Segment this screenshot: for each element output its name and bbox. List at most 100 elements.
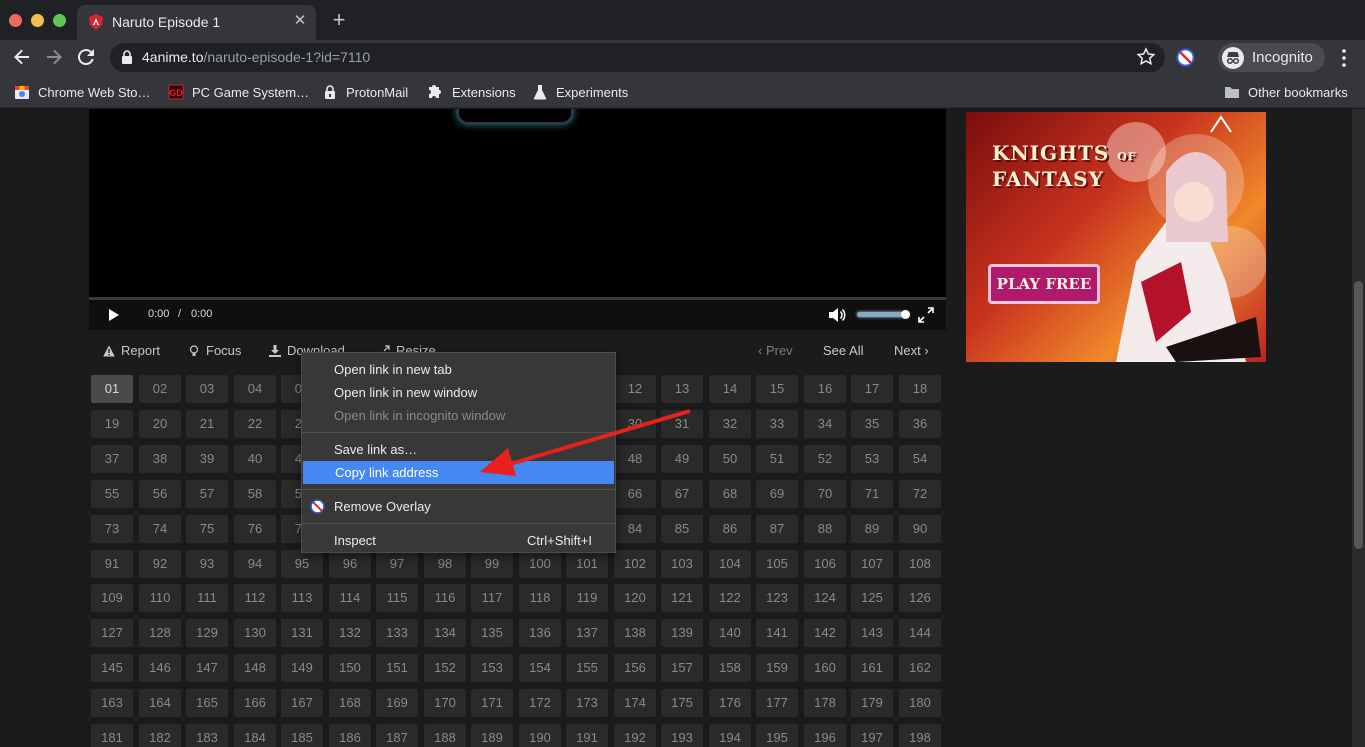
episode-button[interactable]: 139 xyxy=(661,619,703,647)
episode-button[interactable]: 143 xyxy=(851,619,893,647)
episode-button[interactable]: 02 xyxy=(139,375,181,403)
episode-button[interactable]: 57 xyxy=(186,480,228,508)
episode-button[interactable]: 19 xyxy=(91,410,133,438)
ad-play-free-button[interactable]: PLAY FREE xyxy=(988,264,1100,304)
episode-button[interactable]: 137 xyxy=(566,619,608,647)
next-episode-button[interactable]: Next › xyxy=(894,343,929,358)
episode-button[interactable]: 153 xyxy=(471,654,513,682)
episode-button[interactable]: 150 xyxy=(329,654,371,682)
episode-button[interactable]: 94 xyxy=(234,550,276,578)
episode-button[interactable]: 176 xyxy=(709,689,751,717)
browser-menu-icon[interactable] xyxy=(1336,47,1352,69)
episode-button[interactable]: 148 xyxy=(234,654,276,682)
episode-button[interactable]: 162 xyxy=(899,654,941,682)
episode-button[interactable]: 121 xyxy=(661,584,703,612)
video-center-button[interactable] xyxy=(456,109,574,125)
episode-button[interactable]: 157 xyxy=(661,654,703,682)
episode-button[interactable]: 197 xyxy=(851,724,893,747)
episode-button[interactable]: 141 xyxy=(756,619,798,647)
episode-button[interactable]: 154 xyxy=(519,654,561,682)
report-button[interactable]: Report xyxy=(103,343,160,358)
episode-button[interactable]: 163 xyxy=(91,689,133,717)
episode-button[interactable]: 88 xyxy=(804,515,846,543)
episode-button[interactable]: 181 xyxy=(91,724,133,747)
episode-button[interactable]: 101 xyxy=(566,550,608,578)
episode-button[interactable]: 183 xyxy=(186,724,228,747)
episode-button[interactable]: 50 xyxy=(709,445,751,473)
episode-button[interactable]: 134 xyxy=(424,619,466,647)
episode-button[interactable]: 01 xyxy=(91,375,133,403)
episode-button[interactable]: 142 xyxy=(804,619,846,647)
episode-button[interactable]: 86 xyxy=(709,515,751,543)
episode-button[interactable]: 187 xyxy=(376,724,418,747)
episode-button[interactable]: 167 xyxy=(281,689,323,717)
episode-button[interactable]: 178 xyxy=(804,689,846,717)
episode-button[interactable]: 136 xyxy=(519,619,561,647)
episode-button[interactable]: 188 xyxy=(424,724,466,747)
episode-button[interactable]: 32 xyxy=(709,410,751,438)
episode-button[interactable]: 110 xyxy=(139,584,181,612)
episode-button[interactable]: 113 xyxy=(281,584,323,612)
episode-button[interactable]: 198 xyxy=(899,724,941,747)
episode-button[interactable]: 21 xyxy=(186,410,228,438)
scrollbar-thumb[interactable] xyxy=(1354,281,1363,549)
episode-button[interactable]: 66 xyxy=(614,480,656,508)
episode-button[interactable]: 13 xyxy=(661,375,703,403)
episode-button[interactable]: 196 xyxy=(804,724,846,747)
bookmark-other-bookmarks[interactable]: Other bookmarks xyxy=(1224,82,1348,102)
episode-button[interactable]: 15 xyxy=(756,375,798,403)
menu-remove-overlay[interactable]: Remove Overlay xyxy=(302,495,615,518)
episode-button[interactable]: 87 xyxy=(756,515,798,543)
address-bar[interactable]: 4anime.to/naruto-episode-1?id=7110 xyxy=(110,43,1165,72)
reload-icon[interactable] xyxy=(73,44,99,70)
episode-button[interactable]: 54 xyxy=(899,445,941,473)
episode-button[interactable]: 179 xyxy=(851,689,893,717)
episode-button[interactable]: 193 xyxy=(661,724,703,747)
episode-button[interactable]: 68 xyxy=(709,480,751,508)
episode-button[interactable]: 84 xyxy=(614,515,656,543)
episode-button[interactable]: 114 xyxy=(329,584,371,612)
episode-button[interactable]: 161 xyxy=(851,654,893,682)
episode-button[interactable]: 109 xyxy=(91,584,133,612)
episode-button[interactable]: 166 xyxy=(234,689,276,717)
episode-button[interactable]: 127 xyxy=(91,619,133,647)
episode-button[interactable]: 108 xyxy=(899,550,941,578)
episode-button[interactable]: 106 xyxy=(804,550,846,578)
episode-button[interactable]: 192 xyxy=(614,724,656,747)
episode-button[interactable]: 103 xyxy=(661,550,703,578)
episode-button[interactable]: 174 xyxy=(614,689,656,717)
episode-button[interactable]: 39 xyxy=(186,445,228,473)
back-arrow-icon[interactable] xyxy=(9,44,35,70)
episode-button[interactable]: 133 xyxy=(376,619,418,647)
episode-button[interactable]: 175 xyxy=(661,689,703,717)
episode-button[interactable]: 151 xyxy=(376,654,418,682)
episode-button[interactable]: 04 xyxy=(234,375,276,403)
episode-button[interactable]: 131 xyxy=(281,619,323,647)
bookmark-star-icon[interactable] xyxy=(1136,47,1156,67)
episode-button[interactable]: 140 xyxy=(709,619,751,647)
episode-button[interactable]: 118 xyxy=(519,584,561,612)
episode-button[interactable]: 96 xyxy=(329,550,371,578)
episode-button[interactable]: 119 xyxy=(566,584,608,612)
episode-button[interactable]: 03 xyxy=(186,375,228,403)
episode-button[interactable]: 38 xyxy=(139,445,181,473)
episode-button[interactable]: 104 xyxy=(709,550,751,578)
episode-button[interactable]: 75 xyxy=(186,515,228,543)
episode-button[interactable]: 52 xyxy=(804,445,846,473)
menu-open-link-new-tab[interactable]: Open link in new tab xyxy=(302,358,615,381)
episode-button[interactable]: 70 xyxy=(804,480,846,508)
episode-button[interactable]: 173 xyxy=(566,689,608,717)
episode-button[interactable]: 35 xyxy=(851,410,893,438)
episode-button[interactable]: 97 xyxy=(376,550,418,578)
episode-button[interactable]: 177 xyxy=(756,689,798,717)
advertisement-banner[interactable]: KNIGHTS OF FANTASY PLAY FREE xyxy=(966,112,1266,362)
episode-button[interactable]: 105 xyxy=(756,550,798,578)
bookmark-chrome-web-store[interactable]: Chrome Web Sto… xyxy=(14,82,150,102)
episode-button[interactable]: 91 xyxy=(91,550,133,578)
menu-inspect[interactable]: Inspect Ctrl+Shift+I xyxy=(302,529,615,552)
episode-button[interactable]: 56 xyxy=(139,480,181,508)
volume-slider-handle[interactable] xyxy=(901,310,910,319)
episode-button[interactable]: 74 xyxy=(139,515,181,543)
episode-button[interactable]: 165 xyxy=(186,689,228,717)
episode-button[interactable]: 156 xyxy=(614,654,656,682)
